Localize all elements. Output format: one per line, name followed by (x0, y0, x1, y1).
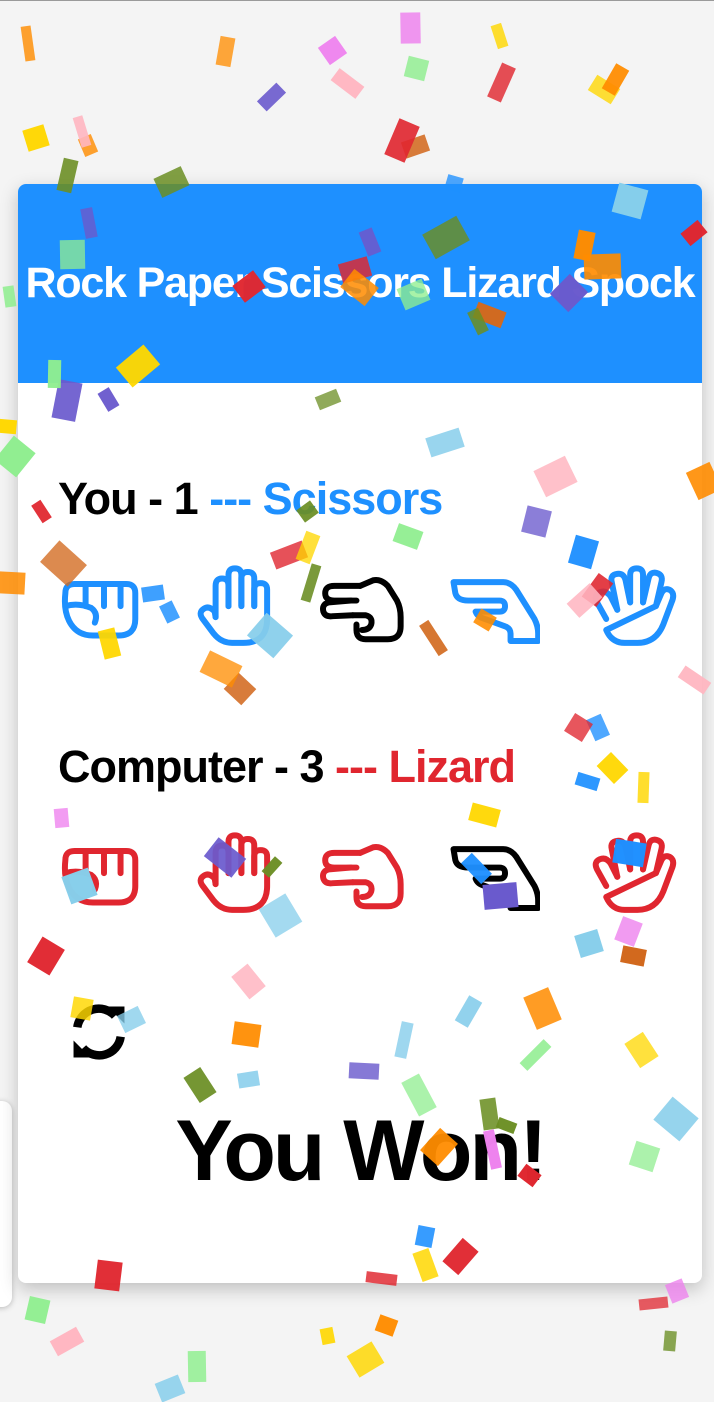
hand-scissors-icon (320, 843, 404, 910)
confetti-piece (49, 1326, 85, 1357)
confetti-piece (187, 1350, 207, 1383)
player-score: 1 (173, 473, 210, 524)
score-dash: - (274, 741, 300, 792)
hand-fist-icon (61, 848, 139, 906)
hand-scissors-icon (320, 576, 404, 643)
hand-lizard-icon (450, 579, 540, 645)
confetti-piece (317, 35, 348, 66)
sync-icon (73, 1004, 125, 1060)
hand-lizard-icon (450, 846, 540, 912)
hand-paper-icon (197, 832, 271, 913)
confetti-piece (215, 35, 236, 68)
player-spock-button[interactable] (584, 562, 680, 652)
player-score-line: You - 1 --- Scissors (58, 473, 444, 525)
player-name: You (58, 473, 138, 524)
score-dash: - (148, 473, 174, 524)
computer-choice: Lizard (388, 741, 517, 792)
side-drawer-tab[interactable] (0, 1101, 12, 1307)
confetti-piece (72, 115, 92, 148)
confetti-piece (400, 134, 431, 159)
confetti-piece (0, 418, 18, 435)
confetti-piece (587, 74, 621, 105)
hand-paper-icon (197, 565, 271, 646)
confetti-piece (346, 1341, 385, 1378)
computer-hand-options (56, 829, 680, 919)
computer-paper-indicator (186, 829, 282, 919)
confetti-piece (77, 134, 99, 157)
confetti-piece (2, 285, 17, 308)
confetti-piece (638, 1296, 669, 1311)
computer-rock-indicator (56, 829, 152, 919)
confetti-piece (319, 1326, 336, 1346)
hand-spock-icon (592, 832, 677, 913)
player-paper-button[interactable] (186, 562, 282, 652)
player-hand-options (56, 562, 680, 652)
game-card: Rock Paper Scissors Lizard Spock You - 1… (18, 184, 702, 1283)
computer-score-line: Computer - 3 --- Lizard (58, 741, 517, 793)
computer-name: Computer (58, 741, 263, 792)
app-title: Rock Paper Scissors Lizard Spock (25, 259, 695, 307)
confetti-piece (330, 68, 365, 99)
confetti-piece (374, 1314, 399, 1337)
confetti-piece (256, 82, 287, 112)
confetti-piece (490, 22, 509, 50)
confetti-piece (24, 1295, 51, 1325)
result-message: You Won! (175, 1103, 547, 1199)
player-separator: --- (209, 473, 263, 524)
confetti-piece (22, 124, 50, 152)
player-rock-button[interactable] (56, 562, 152, 652)
confetti-piece (20, 25, 36, 62)
computer-separator: --- (335, 741, 389, 792)
confetti-piece (663, 1330, 677, 1352)
confetti-piece (384, 118, 420, 163)
confetti-piece (154, 1374, 186, 1402)
computer-lizard-indicator (446, 829, 542, 919)
player-lizard-button[interactable] (446, 562, 542, 652)
confetti-piece (403, 55, 430, 82)
confetti-piece (487, 62, 516, 103)
computer-spock-indicator (584, 829, 680, 919)
hand-spock-icon (592, 565, 677, 646)
hand-fist-icon (61, 581, 139, 639)
reset-button[interactable] (64, 997, 134, 1067)
player-scissors-button[interactable] (314, 562, 410, 652)
confetti-piece (400, 12, 421, 44)
computer-score: 3 (299, 741, 336, 792)
player-choice: Scissors (262, 473, 444, 524)
computer-scissors-indicator (314, 829, 410, 919)
confetti-piece (601, 63, 630, 96)
card-header: Rock Paper Scissors Lizard Spock (18, 184, 702, 383)
